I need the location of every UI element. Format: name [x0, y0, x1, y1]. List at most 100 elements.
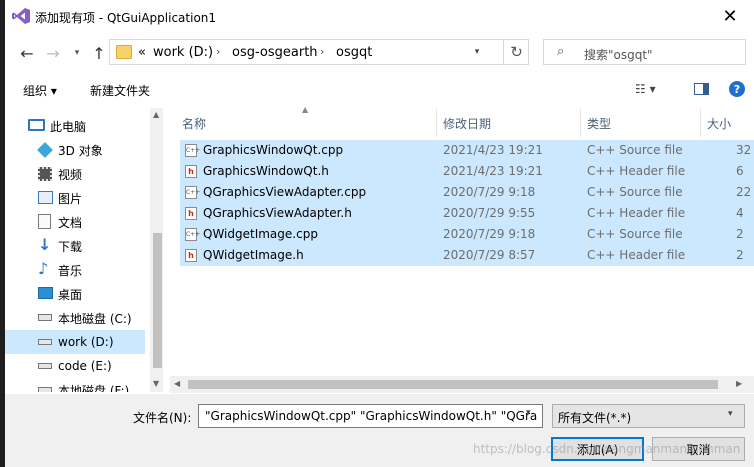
column-divider[interactable] — [700, 109, 701, 137]
title-bar[interactable]: 添加现有项 - QtGuiApplication1 ✕ — [5, 0, 754, 33]
sidebar-item-label: work (D:) — [58, 335, 114, 349]
breadcrumb-osg-osgearth[interactable]: osg-osgearth — [232, 45, 318, 60]
cpp-file-icon: C++ — [185, 144, 200, 157]
file-date: 2021/4/23 19:21 — [443, 143, 543, 157]
sidebar-item-3d-objects[interactable]: 3D 对象 — [5, 138, 145, 162]
arrow-right-icon: → — [46, 43, 60, 63]
add-existing-item-dialog: 添加现有项 - QtGuiApplication1 ✕ ← → ▾ ↑ « wo… — [0, 0, 754, 467]
file-size: 22 — [736, 185, 752, 199]
file-type: C++ Header file — [587, 248, 686, 262]
cancel-button[interactable]: 取消 — [652, 437, 745, 461]
new-folder-button[interactable]: 新建文件夹 — [90, 82, 150, 99]
file-size: 4 — [736, 206, 744, 220]
scroll-up-icon[interactable]: ▲ — [153, 110, 159, 119]
filename-input[interactable]: "GraphicsWindowQt.cpp" "GraphicsWindowQt… — [198, 404, 543, 428]
file-date: 2020/7/29 9:18 — [443, 227, 536, 241]
arrow-up-icon: ↑ — [92, 43, 106, 63]
music-icon: ♪ — [38, 259, 49, 278]
header-file-icon: h — [185, 249, 197, 262]
table-row[interactable]: h GraphicsWindowQt.h 2021/4/23 19:21 C++… — [180, 161, 754, 182]
file-type-filter-select[interactable]: 所有文件(*.*) ▾ — [552, 404, 745, 428]
table-row[interactable]: h QWidgetImage.h 2020/7/29 8:57 C++ Head… — [180, 245, 754, 266]
filename-value: "GraphicsWindowQt.cpp" "GraphicsWindowQt… — [205, 409, 538, 423]
recent-locations-button[interactable]: ▾ — [66, 43, 88, 63]
breadcrumb-work-d[interactable]: work (D:) — [153, 45, 213, 60]
column-header-type[interactable]: 类型 — [587, 109, 611, 137]
sidebar-item-drive-e[interactable]: code (E:) — [5, 354, 145, 378]
window-title: 添加现有项 - QtGuiApplication1 — [35, 11, 217, 25]
scrollbar-thumb[interactable] — [153, 233, 162, 368]
filename-label: 文件名(N): — [133, 411, 192, 425]
scroll-right-icon[interactable]: ▶ — [736, 379, 742, 388]
chevron-down-icon[interactable]: ▾ — [526, 408, 531, 418]
drive-icon — [38, 387, 52, 392]
sidebar-item-desktop[interactable]: 桌面 — [5, 282, 145, 306]
add-button[interactable]: 添加(A) — [551, 437, 644, 461]
sidebar-item-videos[interactable]: 视频 — [5, 162, 145, 186]
table-row[interactable]: h QGraphicsViewAdapter.h 2020/7/29 9:55 … — [180, 203, 754, 224]
dialog-footer: 文件名(N): "GraphicsWindowQt.cpp" "Graphics… — [5, 394, 754, 467]
preview-pane-icon[interactable] — [694, 83, 709, 95]
search-input[interactable]: ⌕ 搜索"osgqt" — [543, 39, 746, 65]
sidebar-item-label: 图片 — [58, 191, 83, 206]
close-button[interactable]: ✕ — [710, 2, 750, 30]
sidebar-item-drive-c[interactable]: 本地磁盘 (C:) — [5, 306, 145, 330]
sidebar-item-label: 桌面 — [58, 287, 83, 302]
scrollbar-thumb[interactable] — [188, 380, 718, 389]
search-placeholder: 搜索"osgqt" — [584, 48, 653, 62]
sidebar-item-drive-f[interactable]: 本地磁盘 (F:) — [5, 378, 145, 392]
documents-icon — [38, 214, 51, 229]
column-divider[interactable] — [580, 109, 581, 137]
breadcrumb-overflow[interactable]: « — [138, 45, 146, 60]
sort-ascending-icon: ▲ — [302, 105, 309, 114]
file-date: 2021/4/23 19:21 — [443, 164, 543, 178]
sidebar-item-label: 3D 对象 — [58, 143, 103, 158]
back-button[interactable]: ← — [16, 43, 38, 63]
pictures-icon — [38, 191, 53, 204]
address-bar[interactable]: « work (D:) › osg-osgearth › osgqt — [109, 39, 529, 65]
column-header-date[interactable]: 修改日期 — [443, 109, 491, 137]
sidebar-item-label: 此电脑 — [50, 119, 87, 134]
sidebar-item-label: 本地磁盘 (F:) — [58, 383, 130, 393]
forward-button[interactable]: → — [42, 43, 64, 63]
table-row[interactable]: C++ QGraphicsViewAdapter.cpp 2020/7/29 9… — [180, 182, 754, 203]
sidebar-item-pictures[interactable]: 图片 — [5, 186, 145, 210]
horizontal-scrollbar[interactable]: ◀ ▶ — [170, 376, 754, 393]
sidebar-item-music[interactable]: ♪ 音乐 — [5, 258, 145, 282]
sidebar-item-documents[interactable]: 文档 — [5, 210, 145, 234]
up-button[interactable]: ↑ — [88, 43, 110, 63]
sidebar-item-label: 本地磁盘 (C:) — [58, 311, 132, 326]
refresh-icon: ↻ — [510, 43, 523, 61]
drive-icon — [38, 363, 52, 369]
breadcrumb-separator-icon[interactable]: › — [216, 45, 220, 58]
header-file-icon: h — [185, 165, 197, 178]
column-header-size[interactable]: 大小 — [707, 109, 731, 137]
scroll-down-icon[interactable]: ▼ — [153, 379, 159, 388]
file-name: GraphicsWindowQt.cpp — [203, 143, 344, 157]
sidebar-item-downloads[interactable]: ↓ 下载 — [5, 234, 145, 258]
address-history-dropdown[interactable]: ▾ — [469, 43, 485, 61]
navigation-pane: 此电脑 3D 对象 视频 图片 文档 ↓ 下载 ♪ 音乐 桌面 本地磁盘 (C:… — [5, 108, 163, 392]
table-row[interactable]: C++ QWidgetImage.cpp 2020/7/29 9:18 C++ … — [180, 224, 754, 245]
breadcrumb-separator-icon[interactable]: › — [320, 45, 324, 58]
column-divider[interactable] — [436, 109, 437, 137]
change-view-button[interactable]: ☷ ▾ — [635, 82, 656, 96]
folder-icon — [116, 45, 132, 59]
sidebar-item-label: 下载 — [58, 239, 83, 254]
file-name: QWidgetImage.h — [203, 248, 304, 262]
sidebar-item-label: 文档 — [58, 215, 83, 230]
sidebar-item-drive-d[interactable]: work (D:) — [5, 330, 145, 354]
column-header-name[interactable]: 名称 — [182, 109, 206, 137]
organize-menu-button[interactable]: 组织 ▾ — [23, 82, 57, 99]
navigation-scrollbar[interactable]: ▲ ▼ — [150, 108, 163, 392]
3d-objects-icon — [37, 142, 53, 158]
help-icon[interactable]: ? — [729, 81, 745, 97]
refresh-button[interactable]: ↻ — [503, 39, 529, 65]
table-row[interactable]: C++ GraphicsWindowQt.cpp 2021/4/23 19:21… — [180, 140, 754, 161]
desktop-icon — [38, 287, 53, 299]
breadcrumb-osgqt[interactable]: osgqt — [336, 45, 372, 60]
scroll-left-icon[interactable]: ◀ — [174, 379, 180, 388]
file-type: C++ Source file — [587, 185, 683, 199]
sidebar-item-this-pc[interactable]: 此电脑 — [5, 114, 145, 138]
computer-icon — [28, 119, 45, 131]
